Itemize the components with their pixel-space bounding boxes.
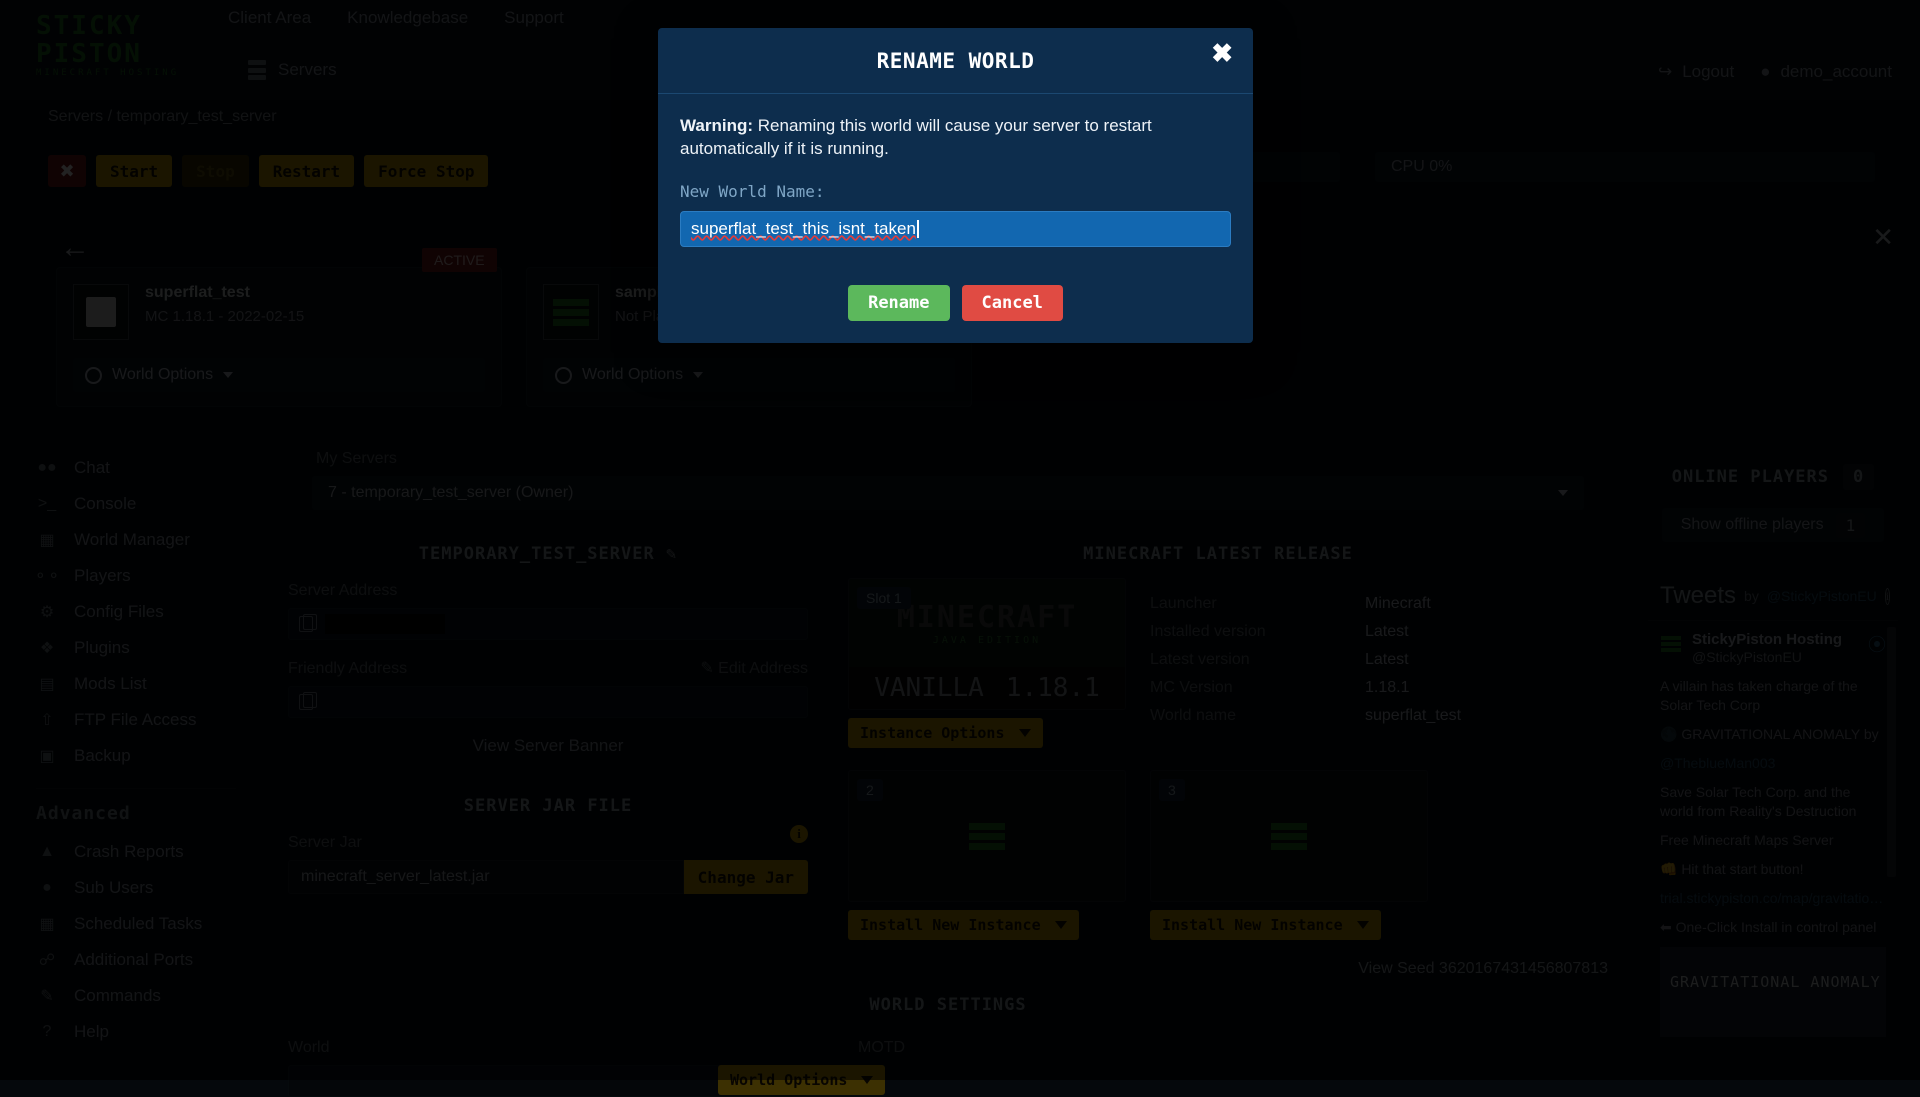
modal-body: Warning: Renaming this world will cause … [658, 94, 1253, 247]
modal-header: RENAME WORLD ✖ [658, 28, 1253, 94]
new-world-name-input[interactable]: superflat_test_this_isnt_taken [680, 211, 1231, 247]
close-icon[interactable]: ✖ [1211, 40, 1233, 66]
cancel-button[interactable]: Cancel [962, 285, 1063, 321]
new-world-name-value: superflat_test_this_isnt_taken [691, 219, 916, 239]
modal-footer: Rename Cancel [658, 247, 1253, 343]
rename-button[interactable]: Rename [848, 285, 949, 321]
warning-text: Warning: Renaming this world will cause … [680, 114, 1231, 160]
rename-world-modal: RENAME WORLD ✖ Warning: Renaming this wo… [658, 28, 1253, 343]
modal-title: RENAME WORLD [877, 49, 1035, 73]
new-world-name-label: New World Name: [680, 182, 1231, 201]
warning-label: Warning: [680, 116, 753, 135]
